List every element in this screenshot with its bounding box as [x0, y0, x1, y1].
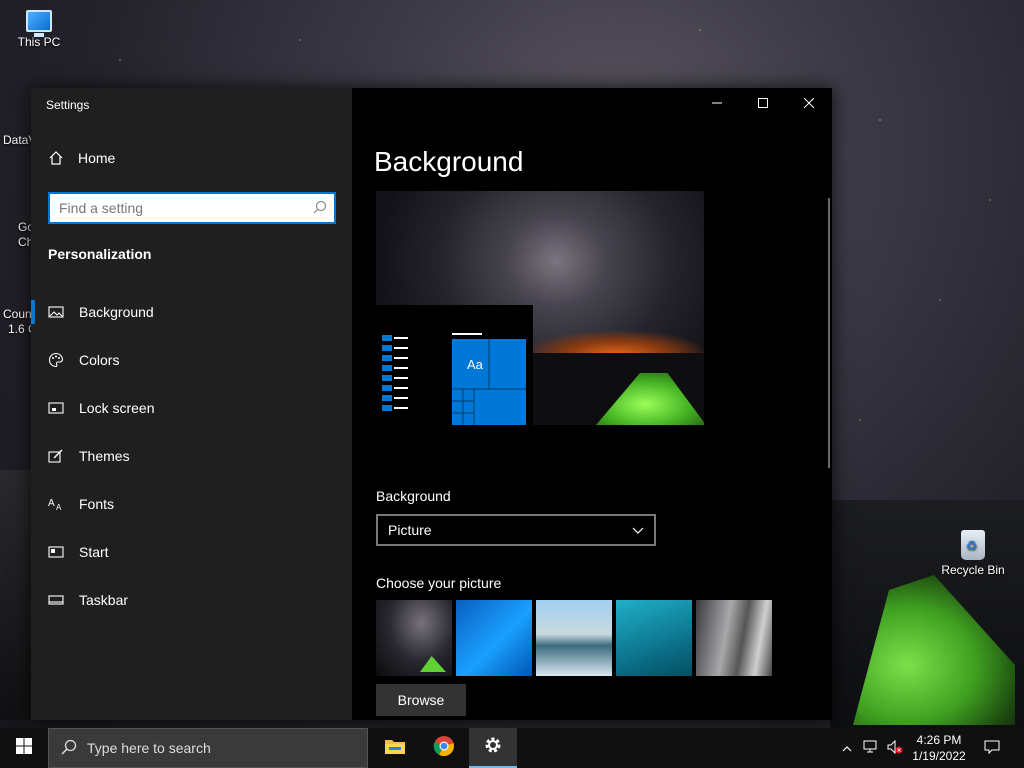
- nav-item-fonts[interactable]: AA Fonts: [31, 480, 352, 528]
- background-label: Background: [376, 488, 451, 504]
- network-button[interactable]: [860, 728, 882, 768]
- browse-button[interactable]: Browse: [376, 684, 466, 716]
- recycle-bin-icon: [961, 530, 985, 560]
- picture-thumbnail[interactable]: [376, 600, 452, 676]
- nav-item-colors[interactable]: Colors: [31, 336, 352, 384]
- nav-item-lock-screen[interactable]: Lock screen: [31, 384, 352, 432]
- dropdown-value: Picture: [388, 522, 432, 538]
- desktop-icon-partial-label[interactable]: Coun: [3, 307, 32, 321]
- nav-home-label: Home: [78, 150, 116, 166]
- palette-icon: [48, 352, 64, 368]
- maximize-icon: [758, 95, 768, 113]
- network-icon: [863, 740, 879, 757]
- maximize-button[interactable]: [740, 88, 786, 120]
- chrome-icon: [433, 735, 455, 762]
- nav-item-taskbar[interactable]: Taskbar: [31, 576, 352, 624]
- preview-tiles: Aa: [452, 339, 526, 425]
- desktop-icon-recycle-bin[interactable]: Recycle Bin: [938, 530, 1008, 577]
- settings-nav-pane: Settings Home Personalization Background: [31, 88, 352, 720]
- picture-thumbnail[interactable]: [616, 600, 692, 676]
- find-setting-input[interactable]: [50, 194, 334, 222]
- fonts-icon: AA: [48, 496, 64, 512]
- picture-thumbnail[interactable]: [696, 600, 772, 676]
- taskbar-settings[interactable]: [469, 728, 517, 768]
- search-icon[interactable]: [313, 200, 327, 214]
- nav-item-start[interactable]: Start: [31, 528, 352, 576]
- nav-item-label: Taskbar: [79, 592, 129, 608]
- preview-start-menu: Aa: [376, 305, 533, 425]
- close-icon: [803, 95, 815, 113]
- action-center-button[interactable]: [978, 728, 1006, 768]
- nav-item-label: Themes: [79, 448, 130, 464]
- picture-thumbnail[interactable]: [536, 600, 612, 676]
- desktop-icon-this-pc[interactable]: This PC: [4, 10, 74, 49]
- lock-screen-icon: [48, 400, 64, 416]
- preview-divider: [452, 333, 482, 335]
- show-hidden-icons-button[interactable]: [838, 728, 856, 768]
- nav-item-label: Lock screen: [79, 400, 155, 416]
- preview-app-list: [382, 335, 412, 415]
- clock-date: 1/19/2022: [912, 749, 966, 763]
- windows-logo-icon: [16, 737, 32, 759]
- search-icon: [61, 739, 77, 758]
- chevron-down-icon: [632, 522, 644, 538]
- settings-window: Settings Home Personalization Background: [31, 88, 832, 720]
- chevron-up-icon: [842, 741, 852, 755]
- section-title: Personalization: [48, 246, 152, 262]
- taskbar-chrome[interactable]: [420, 728, 468, 768]
- find-setting-search[interactable]: [48, 192, 336, 224]
- nav-item-label: Background: [79, 304, 154, 320]
- taskbar-icon: [48, 592, 64, 608]
- clock-time: 4:26 PM: [916, 733, 962, 747]
- volume-button[interactable]: [884, 728, 906, 768]
- background-preview: Aa: [376, 191, 704, 425]
- minimize-button[interactable]: [694, 88, 740, 120]
- settings-icon: [483, 735, 503, 760]
- taskbar-search[interactable]: Type here to search: [48, 728, 368, 768]
- taskbar-file-explorer[interactable]: [371, 728, 419, 768]
- nav-item-label: Colors: [79, 352, 120, 368]
- page-title: Background: [374, 146, 524, 177]
- choose-picture-label: Choose your picture: [376, 575, 502, 591]
- scrollbar[interactable]: [828, 198, 830, 468]
- taskbar-clock[interactable]: 4:26 PM 1/19/2022: [906, 732, 972, 764]
- taskbar: Type here to search 4:26 PM 1/19/2022: [0, 728, 1024, 768]
- svg-text:A: A: [48, 498, 55, 509]
- picture-icon: [48, 304, 64, 320]
- home-icon: [48, 150, 64, 166]
- computer-icon: [26, 10, 52, 37]
- start-icon: [48, 544, 64, 560]
- window-title: Settings: [46, 98, 90, 112]
- picture-thumbnails: [376, 600, 772, 676]
- nav-home[interactable]: Home: [48, 150, 115, 166]
- minimize-icon: [712, 95, 722, 113]
- volume-muted-icon: [887, 739, 903, 757]
- start-button[interactable]: [0, 728, 48, 768]
- nav-item-themes[interactable]: Themes: [31, 432, 352, 480]
- close-button[interactable]: [786, 88, 832, 120]
- svg-text:A: A: [56, 503, 62, 512]
- picture-thumbnail[interactable]: [456, 600, 532, 676]
- background-type-dropdown[interactable]: Picture: [376, 514, 656, 546]
- nav-list: Background Colors Lock screen Themes A A…: [31, 288, 352, 624]
- nav-item-label: Fonts: [79, 496, 115, 512]
- nav-item-background[interactable]: Background: [31, 288, 352, 336]
- desktop-icon-label: This PC: [17, 35, 61, 49]
- taskbar-search-placeholder: Type here to search: [87, 740, 211, 756]
- notification-icon: [984, 740, 1000, 757]
- file-explorer-icon: [384, 737, 406, 760]
- themes-icon: [48, 448, 64, 464]
- settings-content-pane: Background Aa Background Picture Choose …: [352, 88, 832, 720]
- desktop-icon-label: Recycle Bin: [941, 563, 1005, 577]
- nav-item-label: Start: [79, 544, 109, 560]
